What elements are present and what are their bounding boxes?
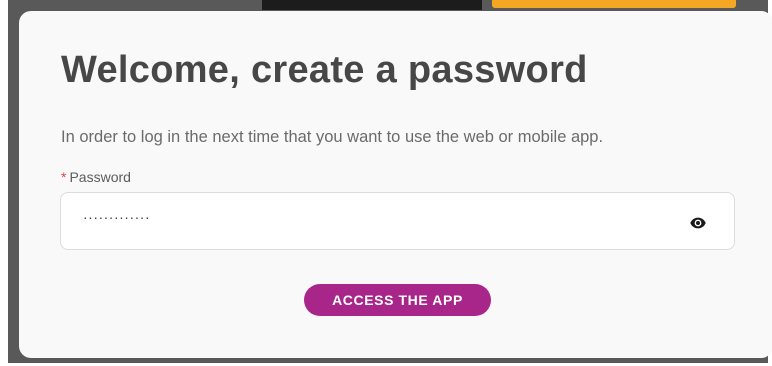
- background-header-bar: [262, 0, 482, 10]
- password-label-text: Password: [69, 169, 131, 185]
- password-value[interactable]: ·············: [83, 209, 150, 225]
- required-marker: *: [61, 169, 67, 185]
- dialog-subtitle: In order to log in the next time that yo…: [61, 128, 604, 146]
- background-banner: [492, 0, 736, 8]
- password-label: * Password: [61, 169, 131, 185]
- page-edge-left: [0, 0, 8, 366]
- password-field[interactable]: ·············: [60, 192, 735, 250]
- access-app-button[interactable]: ACCESS THE APP: [304, 284, 491, 316]
- eye-icon[interactable]: [690, 217, 706, 229]
- create-password-dialog: Welcome, create a password In order to l…: [19, 11, 772, 358]
- dialog-title: Welcome, create a password: [61, 49, 588, 91]
